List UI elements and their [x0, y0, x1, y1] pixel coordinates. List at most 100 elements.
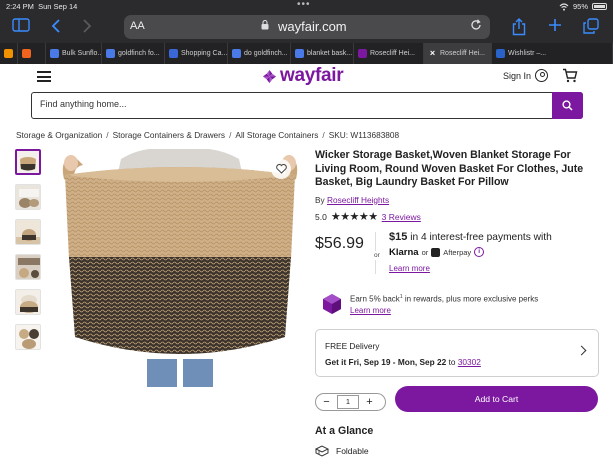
quantity-input[interactable]: 1: [337, 394, 359, 409]
financing-learn-more-link[interactable]: Learn more: [389, 264, 430, 273]
breadcrumb-separator: /: [322, 130, 325, 140]
rewards-text: Earn 5% back1 in rewards, plus more excl…: [350, 294, 538, 304]
by-prefix: By: [315, 194, 325, 205]
wayfair-pinwheel-icon: [262, 69, 277, 83]
account-icon: [535, 69, 549, 82]
browser-tab[interactable]: blanket bask...: [291, 43, 354, 64]
wifi-icon: [559, 2, 569, 11]
browser-tab[interactable]: Bulk Sunflo...: [46, 43, 102, 64]
browser-tab[interactable]: [18, 43, 46, 64]
browser-tab-label: Rosecliff Hei...: [440, 50, 485, 57]
battery-icon: [592, 3, 607, 10]
sku-label: SKU: W113683808: [328, 130, 400, 140]
payment-providers: Klarna or Afterpay i: [389, 247, 485, 258]
rating-value: 5.0: [315, 211, 327, 222]
sign-in-label: Sign In: [503, 70, 532, 81]
status-bar: 2:24 PM Sun Sep 14 ••• 95%: [0, 0, 613, 12]
browser-tab[interactable]: Rosecliff Hei...: [354, 43, 424, 64]
thumbnail-image[interactable]: [15, 324, 41, 350]
status-right: 95%: [559, 2, 607, 11]
back-icon[interactable]: [51, 18, 61, 39]
rewards-learn-more-link[interactable]: Learn more: [350, 306, 391, 315]
cart-icon[interactable]: [562, 68, 578, 88]
wayfair-icon: [358, 49, 367, 58]
browser-tab-label: do goldfinch...: [244, 50, 288, 57]
thumbnail-image[interactable]: [15, 149, 41, 175]
wayfair-logo[interactable]: wayfair: [262, 65, 344, 87]
breadcrumb-separator: /: [229, 130, 232, 140]
browser-tab[interactable]: Wishlistr –...: [492, 43, 613, 64]
product-main-image[interactable]: [59, 149, 301, 387]
brand-wordmark: wayfair: [280, 65, 344, 86]
delivery-label: FREE Delivery: [325, 340, 380, 351]
sidebar-icon[interactable]: [12, 18, 30, 37]
forward-icon[interactable]: [82, 18, 92, 39]
browser-tab-label: Bulk Sunflo...: [62, 50, 102, 57]
browser-tab[interactable]: Shopping Ca...: [165, 43, 228, 64]
thumbnail-image[interactable]: [15, 289, 41, 315]
installment-description: in 4 interest-free payments with: [410, 231, 552, 243]
close-icon[interactable]: ×: [428, 49, 437, 58]
thumbnail-gallery: [15, 149, 43, 359]
breadcrumb-item[interactable]: Storage Containers & Drawers: [113, 130, 226, 140]
web-page: wayfair Sign In Storage & Organization/S…: [0, 64, 613, 460]
reader-aa-button[interactable]: AA: [130, 20, 145, 32]
add-to-cart-button[interactable]: Add to Cart: [395, 385, 598, 412]
rewards-gem-icon: [322, 293, 342, 320]
new-tab-icon[interactable]: [548, 18, 562, 37]
glance-item: Foldable: [315, 444, 603, 457]
decrease-quantity-button[interactable]: −: [316, 394, 337, 410]
breadcrumb-separator: /: [106, 130, 109, 140]
browser-tab-label: Wishlistr –...: [508, 50, 547, 57]
reviews-link[interactable]: 3 Reviews: [382, 212, 421, 222]
browser-tab[interactable]: × Rosecliff Hei...: [424, 43, 492, 64]
breadcrumb-item[interactable]: Storage & Organization: [16, 130, 102, 140]
share-icon[interactable]: [512, 18, 526, 41]
google-icon: [106, 49, 115, 58]
site-header: wayfair Sign In: [0, 64, 613, 90]
quantity-stepper: − 1 +: [315, 392, 386, 411]
address-bar[interactable]: AA wayfair.com: [124, 15, 490, 39]
search-input[interactable]: [40, 99, 540, 109]
browser-tab[interactable]: do goldfinch...: [228, 43, 291, 64]
amazon-icon: [4, 49, 13, 58]
thumbnail-image[interactable]: [15, 219, 41, 245]
at-a-glance-heading: At a Glance: [315, 424, 374, 437]
thumbnail-image[interactable]: [15, 184, 41, 210]
browser-tab[interactable]: [0, 43, 18, 64]
increase-quantity-button[interactable]: +: [359, 394, 380, 410]
menu-icon[interactable]: [37, 71, 51, 82]
breadcrumb: Storage & Organization / Storage Container…: [16, 130, 399, 140]
google-icon: [295, 49, 304, 58]
rating-row: 5.0 ★★★★★ 3 Reviews: [315, 211, 603, 222]
product-title: Wicker Storage Basket,Woven Blanket Stor…: [315, 149, 584, 188]
favorite-heart-button[interactable]: [271, 159, 291, 179]
tabs-overview-icon[interactable]: [583, 18, 599, 39]
zip-code-link[interactable]: 30302: [458, 357, 481, 367]
chevron-right-icon: [576, 345, 587, 355]
installment-text: $15 in 4 interest-free payments with: [389, 231, 552, 243]
afterpay-icon: [431, 247, 441, 257]
url-domain: wayfair.com: [278, 19, 347, 34]
delivery-to: to: [448, 356, 456, 367]
info-icon[interactable]: i: [474, 247, 485, 257]
thumbnail-image[interactable]: [15, 254, 41, 280]
browser-tab-label: Rosecliff Hei...: [370, 50, 415, 57]
sign-in-link[interactable]: Sign In: [503, 69, 549, 82]
rewards-rest: in rewards, plus more exclusive perks: [404, 294, 539, 304]
installment-amount: $15: [389, 230, 408, 243]
reload-icon[interactable]: [470, 19, 482, 34]
browser-tab-label: blanket bask...: [307, 50, 353, 57]
brand-link[interactable]: Rosecliff Heights: [327, 195, 389, 205]
delivery-card[interactable]: FREE Delivery Get it Fri, Sep 19 - Mon, …: [315, 328, 599, 377]
tab-bar: Bulk Sunflo... goldfinch fo... Shopping Ca…: [0, 43, 613, 64]
rewards-banner: Earn 5% back1 in rewards, plus more excl…: [315, 292, 603, 322]
delivery-dates: Get it Fri, Sep 19 - Mon, Sep 22: [325, 356, 447, 367]
price-row: $56.99 or $15 in 4 interest-free payment…: [315, 231, 603, 279]
search-button[interactable]: [552, 92, 583, 119]
browser-toolbar: AA wayfair.com: [0, 12, 613, 42]
breadcrumb-item[interactable]: All Storage Containers: [235, 130, 318, 140]
multitask-dots-icon[interactable]: •••: [297, 0, 311, 10]
product-price: $56.99: [315, 234, 364, 252]
browser-tab[interactable]: goldfinch fo...: [102, 43, 165, 64]
